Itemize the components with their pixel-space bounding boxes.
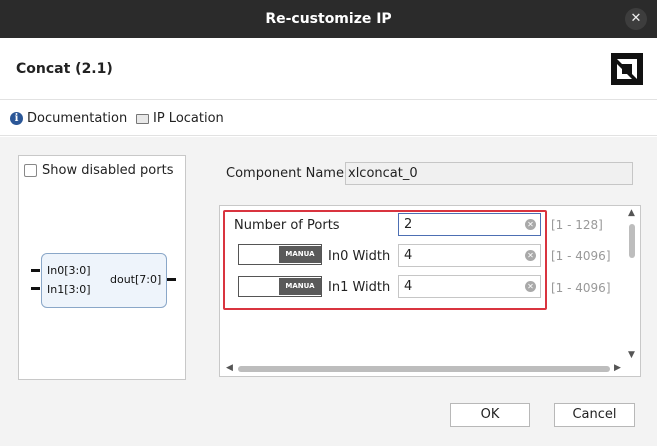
toggle-knob [239, 245, 279, 264]
info-icon: i [10, 112, 23, 125]
scroll-left-icon[interactable]: ◀ [226, 363, 233, 373]
port-in0: In0[3:0] [47, 264, 91, 277]
horizontal-scrollbar[interactable]: ◀ ▶ [222, 363, 625, 375]
concat-block-symbol: In0[3:0] In1[3:0] dout[7:0] [41, 253, 167, 308]
scroll-down-icon[interactable]: ▼ [628, 350, 635, 360]
in1-width-field[interactable]: 4 ✕ [398, 275, 541, 298]
documentation-label: Documentation [27, 111, 128, 126]
num-ports-field[interactable]: 2 ✕ [398, 213, 541, 236]
ip-title: Concat (2.1) [16, 61, 113, 77]
amd-logo-icon [611, 53, 643, 85]
port-in1: In1[3:0] [47, 283, 91, 296]
toggle-label: MANUA [279, 246, 321, 263]
vertical-scroll-thumb[interactable] [629, 224, 635, 258]
ip-symbol-panel: Show disabled ports In0[3:0] In1[3:0] do… [18, 155, 186, 380]
window-title: Re-customize IP [265, 11, 392, 27]
pin-in0 [31, 269, 40, 272]
toggle-label: MANUA [279, 278, 321, 295]
in0-width-label: In0 Width [328, 249, 391, 264]
ok-button[interactable]: OK [450, 403, 530, 427]
scroll-up-icon[interactable]: ▲ [628, 208, 635, 218]
in0-width-range: [1 - 4096] [551, 249, 611, 263]
cancel-button[interactable]: Cancel [554, 403, 635, 427]
pin-dout [167, 278, 176, 281]
in1-width-manual-toggle[interactable]: MANUA [238, 276, 322, 297]
clear-icon[interactable]: ✕ [525, 219, 536, 230]
num-ports-label: Number of Ports [234, 218, 340, 233]
horizontal-scroll-thumb[interactable] [238, 366, 610, 372]
in1-width-label: In1 Width [328, 280, 391, 295]
in1-width-range: [1 - 4096] [551, 281, 611, 295]
folder-icon [136, 113, 149, 124]
toggle-knob [239, 277, 279, 296]
title-bar: Re-customize IP ✕ [0, 0, 657, 38]
in1-width-value: 4 [404, 279, 413, 294]
port-dout: dout[7:0] [110, 273, 162, 286]
close-icon[interactable]: ✕ [625, 8, 647, 30]
in0-width-field[interactable]: 4 ✕ [398, 244, 541, 267]
ip-location-label: IP Location [153, 111, 224, 126]
in0-width-manual-toggle[interactable]: MANUA [238, 244, 322, 265]
scroll-right-icon[interactable]: ▶ [614, 363, 621, 373]
checkbox-box[interactable] [24, 164, 37, 177]
clear-icon[interactable]: ✕ [525, 250, 536, 261]
in0-width-value: 4 [404, 248, 413, 263]
link-bar: i Documentation IP Location [0, 100, 657, 136]
parameters-panel: Number of Ports 2 ✕ [1 - 128] MANUA In0 … [219, 205, 641, 377]
component-name-label: Component Name [226, 166, 344, 181]
documentation-link[interactable]: i Documentation [10, 111, 127, 126]
vertical-scrollbar[interactable]: ▲ ▼ [625, 208, 639, 362]
ip-header: Concat (2.1) [0, 38, 657, 100]
show-disabled-ports-checkbox[interactable]: Show disabled ports [24, 163, 173, 178]
num-ports-range: [1 - 128] [551, 218, 603, 232]
show-disabled-label: Show disabled ports [42, 163, 174, 178]
clear-icon[interactable]: ✕ [525, 281, 536, 292]
num-ports-value: 2 [404, 217, 413, 232]
content-area: Show disabled ports In0[3:0] In1[3:0] do… [0, 137, 657, 446]
ip-location-link[interactable]: IP Location [136, 111, 224, 126]
component-name-field[interactable]: xlconcat_0 [345, 162, 633, 185]
pin-in1 [31, 287, 40, 290]
